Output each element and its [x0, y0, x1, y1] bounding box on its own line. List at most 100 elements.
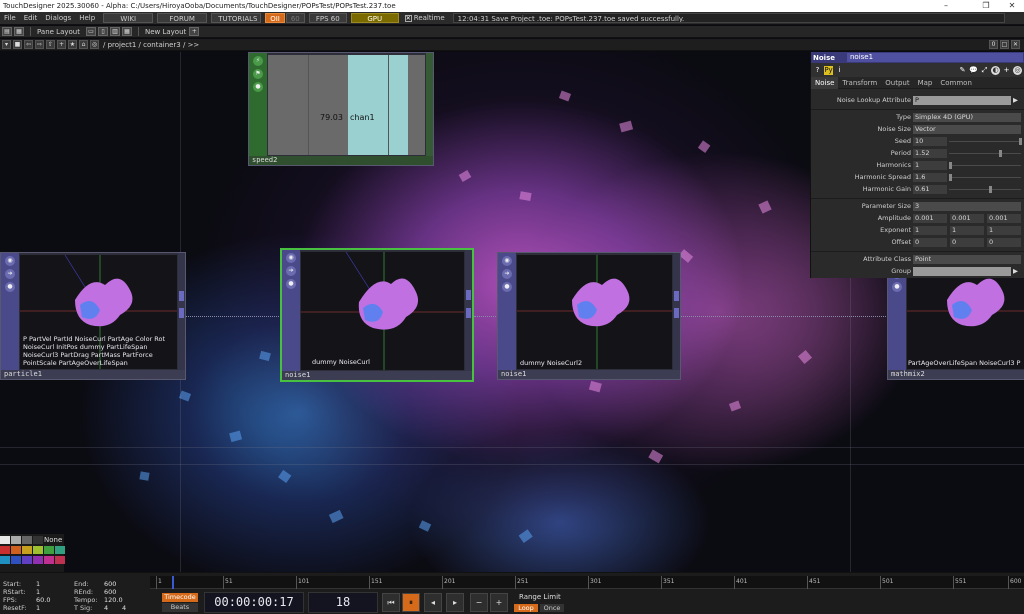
tab-output[interactable]: Output — [881, 77, 913, 89]
oil-toggle[interactable]: OII — [265, 13, 285, 23]
tsig-numerator[interactable]: 4 — [104, 604, 108, 612]
speed2-operator[interactable]: ⚡ ⚑ ● 79.03 chan1 speed2 — [248, 52, 434, 166]
expand-icon[interactable]: ⤢ — [980, 66, 989, 75]
swatch-teal[interactable] — [55, 546, 65, 554]
op-name-field[interactable]: noise1 — [847, 53, 1023, 62]
operator-name[interactable]: mathmix2 — [888, 370, 1024, 379]
frame-display[interactable]: 18 — [308, 592, 378, 613]
offset-x-field[interactable]: 0 — [913, 238, 947, 247]
add-layout-button[interactable]: + — [189, 27, 200, 36]
playhead[interactable] — [172, 576, 174, 589]
period-slider[interactable] — [949, 150, 1021, 157]
operator-name[interactable]: noise1 — [498, 370, 680, 379]
swatch-dark-gray[interactable] — [33, 536, 43, 544]
type-dropdown[interactable]: Simplex 4D (GPU) — [913, 113, 1021, 122]
play-button[interactable]: ▸ — [446, 593, 464, 612]
python-icon[interactable]: Py — [824, 65, 833, 75]
rstart-value[interactable]: 1 — [36, 588, 40, 596]
swatch-white[interactable] — [0, 536, 10, 544]
seed-slider[interactable] — [949, 138, 1022, 145]
swatch-lime[interactable] — [33, 546, 43, 554]
pane-menu-icon[interactable]: ▾ — [2, 40, 11, 49]
swatch-none-label[interactable]: None — [44, 536, 62, 544]
offset-z-field[interactable]: 0 — [987, 238, 1021, 247]
sixty-toggle[interactable]: 60 — [285, 13, 305, 23]
parameter-size-dropdown[interactable]: 3 — [913, 202, 1021, 211]
output-connector[interactable] — [179, 308, 184, 318]
menu-help[interactable]: Help — [75, 12, 99, 25]
loop-button[interactable]: Loop — [514, 604, 538, 612]
lock-icon[interactable]: ● — [892, 282, 902, 292]
pane-index[interactable]: 0 — [989, 40, 998, 49]
add-param-icon[interactable]: + — [1002, 66, 1011, 75]
tsig-denominator[interactable]: 4 — [122, 604, 126, 612]
forward-icon[interactable]: ⇨ — [35, 40, 44, 49]
target-icon[interactable]: ◎ — [1013, 65, 1022, 75]
realtime-checkbox[interactable]: ✕ — [404, 14, 412, 22]
attribute-class-dropdown[interactable]: Point — [913, 255, 1021, 264]
flag-icon[interactable]: ➔ — [5, 269, 15, 279]
rend-value[interactable]: 600 — [104, 588, 116, 596]
noise1-second-operator[interactable]: ◉ ➔ ● dummy NoiseCurl2 noise1 — [497, 252, 681, 380]
up-icon[interactable]: ⇧ — [46, 40, 55, 49]
tab-noise[interactable]: Noise — [811, 76, 839, 89]
home-icon[interactable]: ⌂ — [79, 40, 88, 49]
swatch-blue[interactable] — [11, 556, 21, 564]
menu-file[interactable]: File — [0, 12, 20, 25]
pane-split-icon[interactable]: ▤ — [2, 27, 12, 36]
slider-knob[interactable] — [989, 186, 992, 193]
layout-1-icon[interactable]: ▭ — [85, 27, 96, 36]
viewer-icon[interactable]: ⚡ — [253, 56, 263, 66]
amplitude-x-field[interactable]: 0.001 — [913, 214, 947, 223]
operator-name[interactable]: particle1 — [1, 370, 185, 379]
tab-common[interactable]: Common — [936, 77, 976, 89]
minimize-button[interactable]: – — [934, 0, 958, 12]
fps-value[interactable]: 60.0 — [36, 596, 50, 604]
timecode-button[interactable]: Timecode — [162, 593, 198, 602]
viewer-icon[interactable]: ◉ — [5, 256, 15, 266]
end-value[interactable]: 600 — [104, 580, 116, 588]
tab-map[interactable]: Map — [914, 77, 937, 89]
offset-y-field[interactable]: 0 — [950, 238, 984, 247]
add-icon[interactable]: + — [57, 40, 66, 49]
operator-name[interactable]: speed2 — [249, 156, 433, 165]
harmonic-spread-slider[interactable] — [949, 174, 1021, 181]
seed-field[interactable]: 10 — [913, 137, 947, 146]
swatch-green[interactable] — [44, 546, 54, 554]
once-button[interactable]: Once — [540, 604, 564, 612]
pane-close-icon[interactable]: ✕ — [1011, 40, 1020, 49]
tab-transform[interactable]: Transform — [838, 77, 881, 89]
layout-3-icon[interactable]: ▥ — [109, 27, 120, 36]
resetf-value[interactable]: 1 — [36, 604, 40, 612]
output-connector[interactable] — [466, 290, 471, 300]
beats-button[interactable]: Beats — [162, 603, 198, 612]
output-connector[interactable] — [179, 291, 184, 301]
swatch-gold[interactable] — [22, 546, 32, 554]
viewer-icon[interactable]: ◉ — [286, 253, 296, 263]
particle1-operator[interactable]: ◉ ➔ ● P PartVel PartId NoiseCurl PartAge… — [0, 252, 186, 380]
harmonics-slider[interactable] — [949, 162, 1021, 169]
lock-icon[interactable]: ● — [5, 282, 15, 292]
info-icon[interactable]: i — [835, 66, 844, 75]
step-minus-button[interactable]: − — [470, 593, 488, 612]
exponent-z-field[interactable]: 1 — [987, 226, 1021, 235]
swatch-pink[interactable] — [55, 556, 65, 564]
start-value[interactable]: 1 — [36, 580, 40, 588]
help-icon[interactable]: ? — [813, 66, 822, 75]
exponent-y-field[interactable]: 1 — [950, 226, 984, 235]
edit-icon[interactable]: ✎ — [958, 66, 967, 75]
layout-2-icon[interactable]: ▯ — [97, 27, 108, 36]
color-icon[interactable]: ◐ — [991, 65, 1000, 75]
tempo-value[interactable]: 120.0 — [104, 596, 123, 604]
lock-icon[interactable]: ● — [253, 82, 263, 92]
pane-maximize-icon[interactable]: □ — [1000, 40, 1009, 49]
output-connector[interactable] — [674, 308, 679, 318]
bookmark-icon[interactable]: ★ — [68, 40, 77, 49]
tutorials-button[interactable]: TUTORIALS — [211, 13, 262, 23]
new-layout-label[interactable]: New Layout — [145, 28, 186, 36]
amplitude-z-field[interactable]: 0.001 — [987, 214, 1021, 223]
step-back-button[interactable]: ◂ — [424, 593, 442, 612]
back-icon[interactable]: ⇦ — [24, 40, 33, 49]
pane-grid-icon[interactable]: ▦ — [14, 27, 24, 36]
pane-stop-icon[interactable]: ■ — [13, 40, 22, 49]
